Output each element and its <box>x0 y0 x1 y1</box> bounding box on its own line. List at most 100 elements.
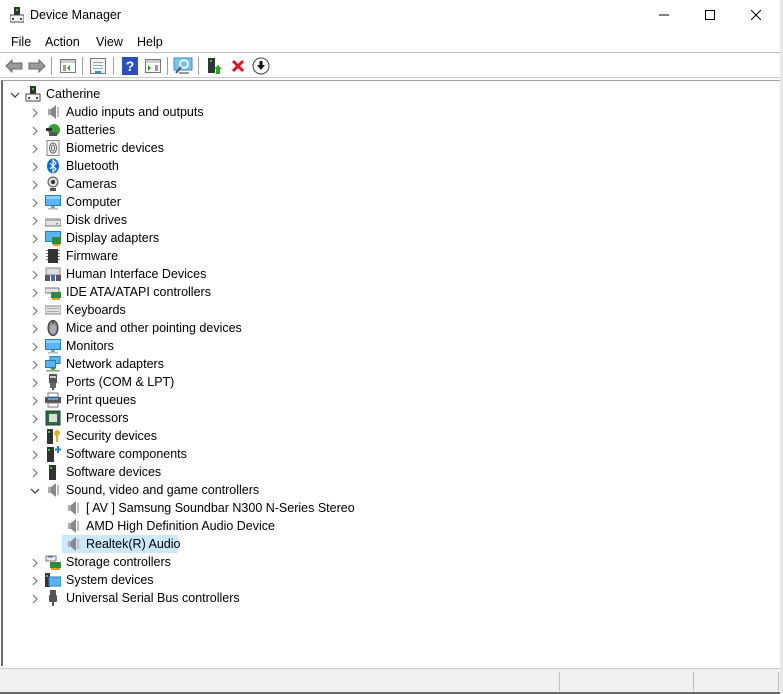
help-button[interactable]: ? <box>120 56 140 76</box>
tree-category[interactable]: Firmware <box>64 247 120 265</box>
menu-view[interactable]: View <box>96 35 123 49</box>
tree-root-computer[interactable]: Catherine <box>44 85 102 103</box>
status-separator <box>693 672 694 691</box>
chip-icon <box>45 248 61 264</box>
properties-button[interactable] <box>88 56 108 76</box>
menu-file[interactable]: File <box>11 35 31 49</box>
tree-item-label: Print queues <box>66 393 137 407</box>
console-tree-icon <box>60 59 76 73</box>
tree-item-label: Audio inputs and outputs <box>66 105 204 119</box>
tree-category[interactable]: System devices <box>64 571 156 589</box>
show-action-pane-button[interactable] <box>143 56 163 76</box>
device-tree[interactable]: Catherine Audio inputs and outputs Batteri… <box>1 80 781 666</box>
tree-category[interactable]: Disk drives <box>64 211 129 229</box>
tree-category[interactable]: Mice and other pointing devices <box>64 319 244 337</box>
tree-category[interactable]: Batteries <box>64 121 117 139</box>
update-driver-button[interactable] <box>205 56 225 76</box>
back-button[interactable] <box>4 56 24 76</box>
menu-action[interactable]: Action <box>45 35 80 49</box>
chevron-right-icon[interactable] <box>30 557 40 568</box>
chevron-right-icon[interactable] <box>30 377 40 388</box>
tree-item-label: [ AV ] Samsung Soundbar N300 N-Series St… <box>86 501 355 515</box>
tree-item-label: Software devices <box>66 465 162 479</box>
tree-category[interactable]: Bluetooth <box>64 157 121 175</box>
status-separator <box>778 672 779 691</box>
status-bar <box>0 668 783 694</box>
tree-category[interactable]: Storage controllers <box>64 553 173 571</box>
tree-category[interactable]: Software devices <box>64 463 163 481</box>
uninstall-device-button[interactable] <box>228 56 248 76</box>
maximize-button[interactable] <box>687 0 733 30</box>
menu-help[interactable]: Help <box>137 35 163 49</box>
tree-device[interactable]: [ AV ] Samsung Soundbar N300 N-Series St… <box>84 499 357 517</box>
chevron-right-icon[interactable] <box>30 233 40 244</box>
arrow-right-icon <box>28 59 46 73</box>
chevron-right-icon[interactable] <box>30 323 40 334</box>
tree-category[interactable]: Monitors <box>64 337 116 355</box>
chevron-right-icon[interactable] <box>30 431 40 442</box>
chevron-right-icon[interactable] <box>30 413 40 424</box>
tree-item-label: Ports (COM & LPT) <box>66 375 175 389</box>
chevron-right-icon[interactable] <box>30 305 40 316</box>
chevron-right-icon[interactable] <box>30 359 40 370</box>
chevron-right-icon[interactable] <box>30 251 40 262</box>
scan-monitor-icon <box>173 57 193 74</box>
tree-category[interactable]: Print queues <box>64 391 138 409</box>
tree-item-label: Disk drives <box>66 213 128 227</box>
chevron-right-icon[interactable] <box>30 215 40 226</box>
tree-category[interactable]: Cameras <box>64 175 119 193</box>
forward-button[interactable] <box>27 56 47 76</box>
tree-category[interactable]: Security devices <box>64 427 159 445</box>
down-arrow-circle-icon <box>252 57 270 75</box>
tree-item-label: Monitors <box>66 339 114 353</box>
title-bar[interactable]: Device Manager <box>0 0 783 31</box>
chevron-right-icon[interactable] <box>30 107 40 118</box>
tree-category[interactable]: Sound, video and game controllers <box>64 481 261 499</box>
storage-controller-icon <box>45 554 61 570</box>
tree-category[interactable]: Software components <box>64 445 189 463</box>
tree-category[interactable]: Audio inputs and outputs <box>64 103 206 121</box>
tree-category[interactable]: Universal Serial Bus controllers <box>64 589 242 607</box>
tree-category[interactable]: Ports (COM & LPT) <box>64 373 176 391</box>
chevron-right-icon[interactable] <box>30 269 40 280</box>
chevron-right-icon[interactable] <box>30 449 40 460</box>
toolbar-separator <box>198 57 199 75</box>
tree-category[interactable]: Display adapters <box>64 229 161 247</box>
tree-item-label: Security devices <box>66 429 158 443</box>
keyboard-icon <box>44 302 62 318</box>
chevron-right-icon[interactable] <box>30 341 40 352</box>
tree-item-label: Storage controllers <box>66 555 171 569</box>
tree-category[interactable]: IDE ATA/ATAPI controllers <box>64 283 213 301</box>
chevron-down-icon[interactable] <box>10 89 20 99</box>
chevron-right-icon[interactable] <box>30 575 40 586</box>
chevron-right-icon[interactable] <box>30 179 40 190</box>
display-adapter-icon <box>45 230 61 246</box>
close-button[interactable] <box>733 0 779 30</box>
tree-device[interactable]: AMD High Definition Audio Device <box>84 517 277 535</box>
chevron-right-icon[interactable] <box>30 287 40 298</box>
chevron-right-icon[interactable] <box>30 467 40 478</box>
disable-device-button[interactable] <box>251 56 271 76</box>
scan-hardware-changes-button[interactable] <box>173 56 193 76</box>
chevron-right-icon[interactable] <box>30 125 40 136</box>
chevron-right-icon[interactable] <box>30 197 40 208</box>
tree-device-selected[interactable]: Realtek(R) Audio <box>84 535 183 553</box>
battery-icon <box>45 122 61 138</box>
tree-category[interactable]: Biometric devices <box>64 139 166 157</box>
tree-category[interactable]: Computer <box>64 193 123 211</box>
tree-category[interactable]: Network adapters <box>64 355 166 373</box>
chevron-right-icon[interactable] <box>30 161 40 172</box>
tree-item-label: Keyboards <box>66 303 126 317</box>
speaker-icon <box>45 482 61 498</box>
chevron-right-icon[interactable] <box>30 395 40 406</box>
show-hide-console-tree-button[interactable] <box>58 56 78 76</box>
tree-item-label: Cameras <box>66 177 117 191</box>
tree-category[interactable]: Keyboards <box>64 301 128 319</box>
minimize-button[interactable] <box>641 0 687 30</box>
chevron-right-icon[interactable] <box>30 143 40 154</box>
tree-category[interactable]: Human Interface Devices <box>64 265 208 283</box>
chevron-down-icon[interactable] <box>30 485 40 495</box>
tree-item-label: Software components <box>66 447 187 461</box>
tree-category[interactable]: Processors <box>64 409 131 427</box>
chevron-right-icon[interactable] <box>30 593 40 604</box>
